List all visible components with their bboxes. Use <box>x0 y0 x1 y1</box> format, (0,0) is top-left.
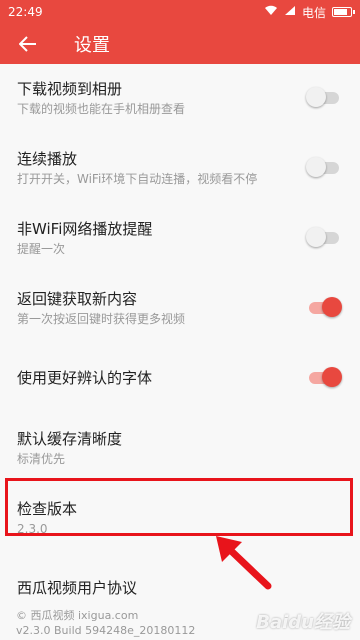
readable-font-toggle[interactable] <box>306 366 342 388</box>
setting-title: 非WiFi网络播放提醒 <box>17 220 153 238</box>
back-key-refresh-toggle[interactable] <box>306 296 342 318</box>
back-button[interactable] <box>0 24 56 64</box>
page-title: 设置 <box>74 35 110 56</box>
watermark: Baidu经验 <box>256 612 350 633</box>
setting-subtitle: 打开开关，WiFi环境下自动连播，视频看不停 <box>17 172 258 186</box>
setting-check-version[interactable]: 检查版本 2.3.0 <box>0 484 360 554</box>
app-bar: 设置 <box>0 24 360 64</box>
version-number: 2.3.0 <box>17 522 48 536</box>
wifi-icon <box>264 5 278 19</box>
setting-subtitle: 提醒一次 <box>17 242 66 256</box>
setting-title: 连续播放 <box>17 150 78 168</box>
status-time: 22:49 <box>8 5 43 19</box>
setting-readable-font[interactable]: 使用更好辨认的字体 <box>0 344 360 414</box>
battery-icon <box>332 7 355 17</box>
app-footer: © 西瓜视频 ixigua.com v2.3.0 Build 594248e_2… <box>16 608 195 638</box>
signal-icon <box>284 5 296 19</box>
setting-default-cache-quality[interactable]: 默认缓存清晰度 标清优先 <box>0 414 360 484</box>
setting-subtitle: 第一次按返回键时获得更多视频 <box>17 312 186 326</box>
back-arrow-icon <box>19 36 36 52</box>
setting-continuous-play[interactable]: 连续播放 打开开关，WiFi环境下自动连播，视频看不停 <box>0 134 360 204</box>
annotation-arrow-icon <box>216 536 272 590</box>
build-version: v2.3.0 Build 594248e_20180112 <box>16 624 196 637</box>
non-wifi-reminder-toggle[interactable] <box>306 226 342 248</box>
continuous-play-toggle[interactable] <box>306 156 342 178</box>
carrier-label: 电信 <box>301 5 326 20</box>
setting-subtitle: 标清优先 <box>17 452 66 466</box>
status-bar: 22:49 电信 <box>0 0 360 24</box>
setting-title: 返回键获取新内容 <box>17 290 138 308</box>
setting-title: 下载视频到相册 <box>17 80 123 98</box>
setting-subtitle: 下载的视频也能在手机相册查看 <box>17 102 186 116</box>
setting-title: 默认缓存清晰度 <box>17 430 123 448</box>
setting-title: 检查版本 <box>17 500 78 518</box>
settings-list: 下载视频到相册 下载的视频也能在手机相册查看 连续播放 打开开关，WiFi环境下… <box>0 64 360 624</box>
download-to-album-toggle[interactable] <box>306 86 342 108</box>
setting-back-key-refresh[interactable]: 返回键获取新内容 第一次按返回键时获得更多视频 <box>0 274 360 344</box>
setting-download-to-album[interactable]: 下载视频到相册 下载的视频也能在手机相册查看 <box>0 64 360 134</box>
setting-title: 使用更好辨认的字体 <box>17 369 153 387</box>
setting-non-wifi-reminder[interactable]: 非WiFi网络播放提醒 提醒一次 <box>0 204 360 274</box>
copyright-text: © 西瓜视频 ixigua.com <box>16 609 139 622</box>
status-icons: 电信 <box>264 4 355 21</box>
setting-title: 西瓜视频用户协议 <box>17 579 138 597</box>
